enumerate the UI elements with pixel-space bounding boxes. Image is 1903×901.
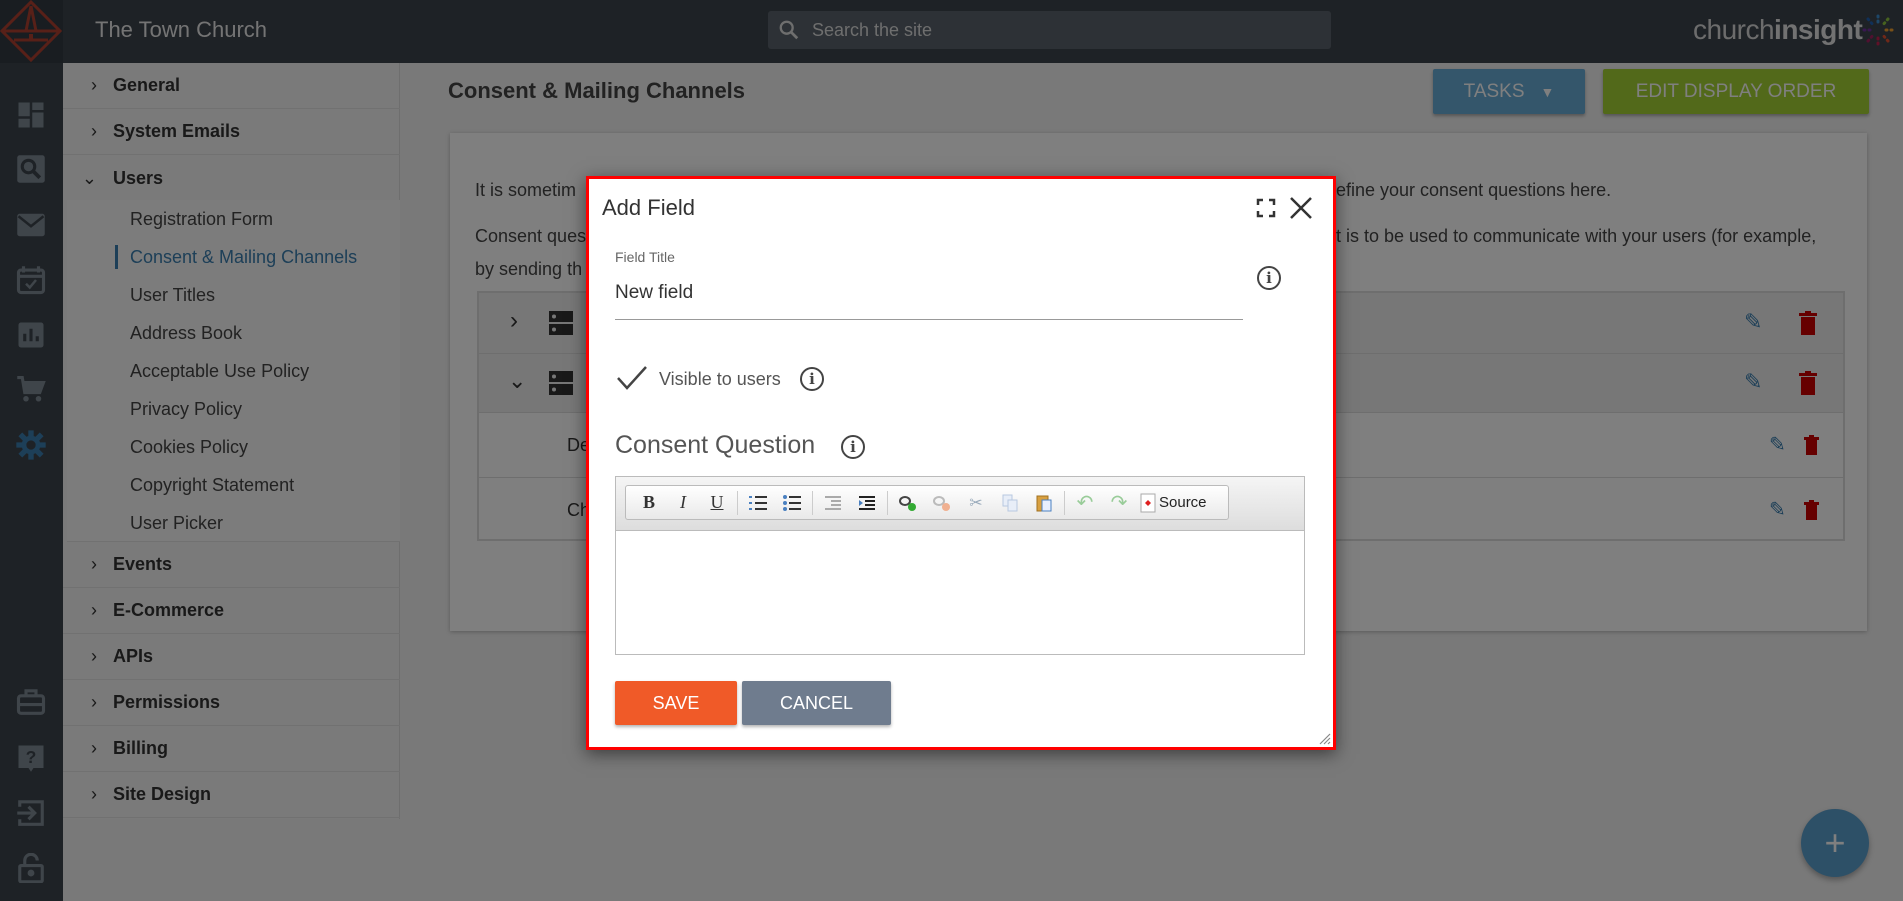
copy-icon[interactable] [993,489,1027,517]
redo-icon[interactable]: ↷ [1102,489,1136,517]
consent-question-heading: Consent Question [615,431,816,459]
editor-content-area[interactable] [616,532,1304,654]
rich-text-editor: B I U ✂ ↶ ↷ Source [615,476,1305,655]
add-field-dialog: Add Field Field Title i Visible to users… [586,176,1336,750]
numbered-list-icon[interactable] [741,489,775,517]
paste-icon[interactable] [1027,489,1061,517]
undo-icon[interactable]: ↶ [1068,489,1102,517]
toolbar-separator [812,490,813,515]
source-label: Source [1159,494,1207,511]
outdent-icon[interactable] [816,489,850,517]
toolbar-separator [1064,490,1065,515]
bulleted-list-icon[interactable] [775,489,809,517]
dialog-title: Add Field [602,195,695,220]
indent-icon[interactable] [850,489,884,517]
toolbar-group: B I U ✂ ↶ ↷ Source [625,485,1229,520]
source-icon [1140,493,1156,512]
field-title-input[interactable] [615,276,1243,320]
save-button[interactable]: SAVE [615,681,737,725]
visible-to-users-label[interactable]: Visible to users [659,369,781,390]
close-icon[interactable] [1289,196,1313,220]
editor-toolbar: B I U ✂ ↶ ↷ Source [616,477,1304,531]
info-icon[interactable]: i [800,367,824,391]
info-icon[interactable]: i [841,435,865,459]
resize-grip-icon[interactable] [1317,731,1331,745]
unlink-icon[interactable] [925,489,959,517]
fullscreen-icon[interactable] [1256,198,1276,218]
italic-button[interactable]: I [666,489,700,517]
toolbar-separator [737,490,738,515]
info-icon[interactable]: i [1257,266,1281,290]
toolbar-separator [887,490,888,515]
link-icon[interactable] [891,489,925,517]
bold-button[interactable]: B [632,489,666,517]
checkmark-icon[interactable] [616,365,648,391]
underline-button[interactable]: U [700,489,734,517]
field-title-label: Field Title [615,249,675,265]
source-button[interactable]: Source [1140,493,1207,513]
cancel-button[interactable]: CANCEL [742,681,891,725]
cut-icon[interactable]: ✂ [959,489,993,517]
